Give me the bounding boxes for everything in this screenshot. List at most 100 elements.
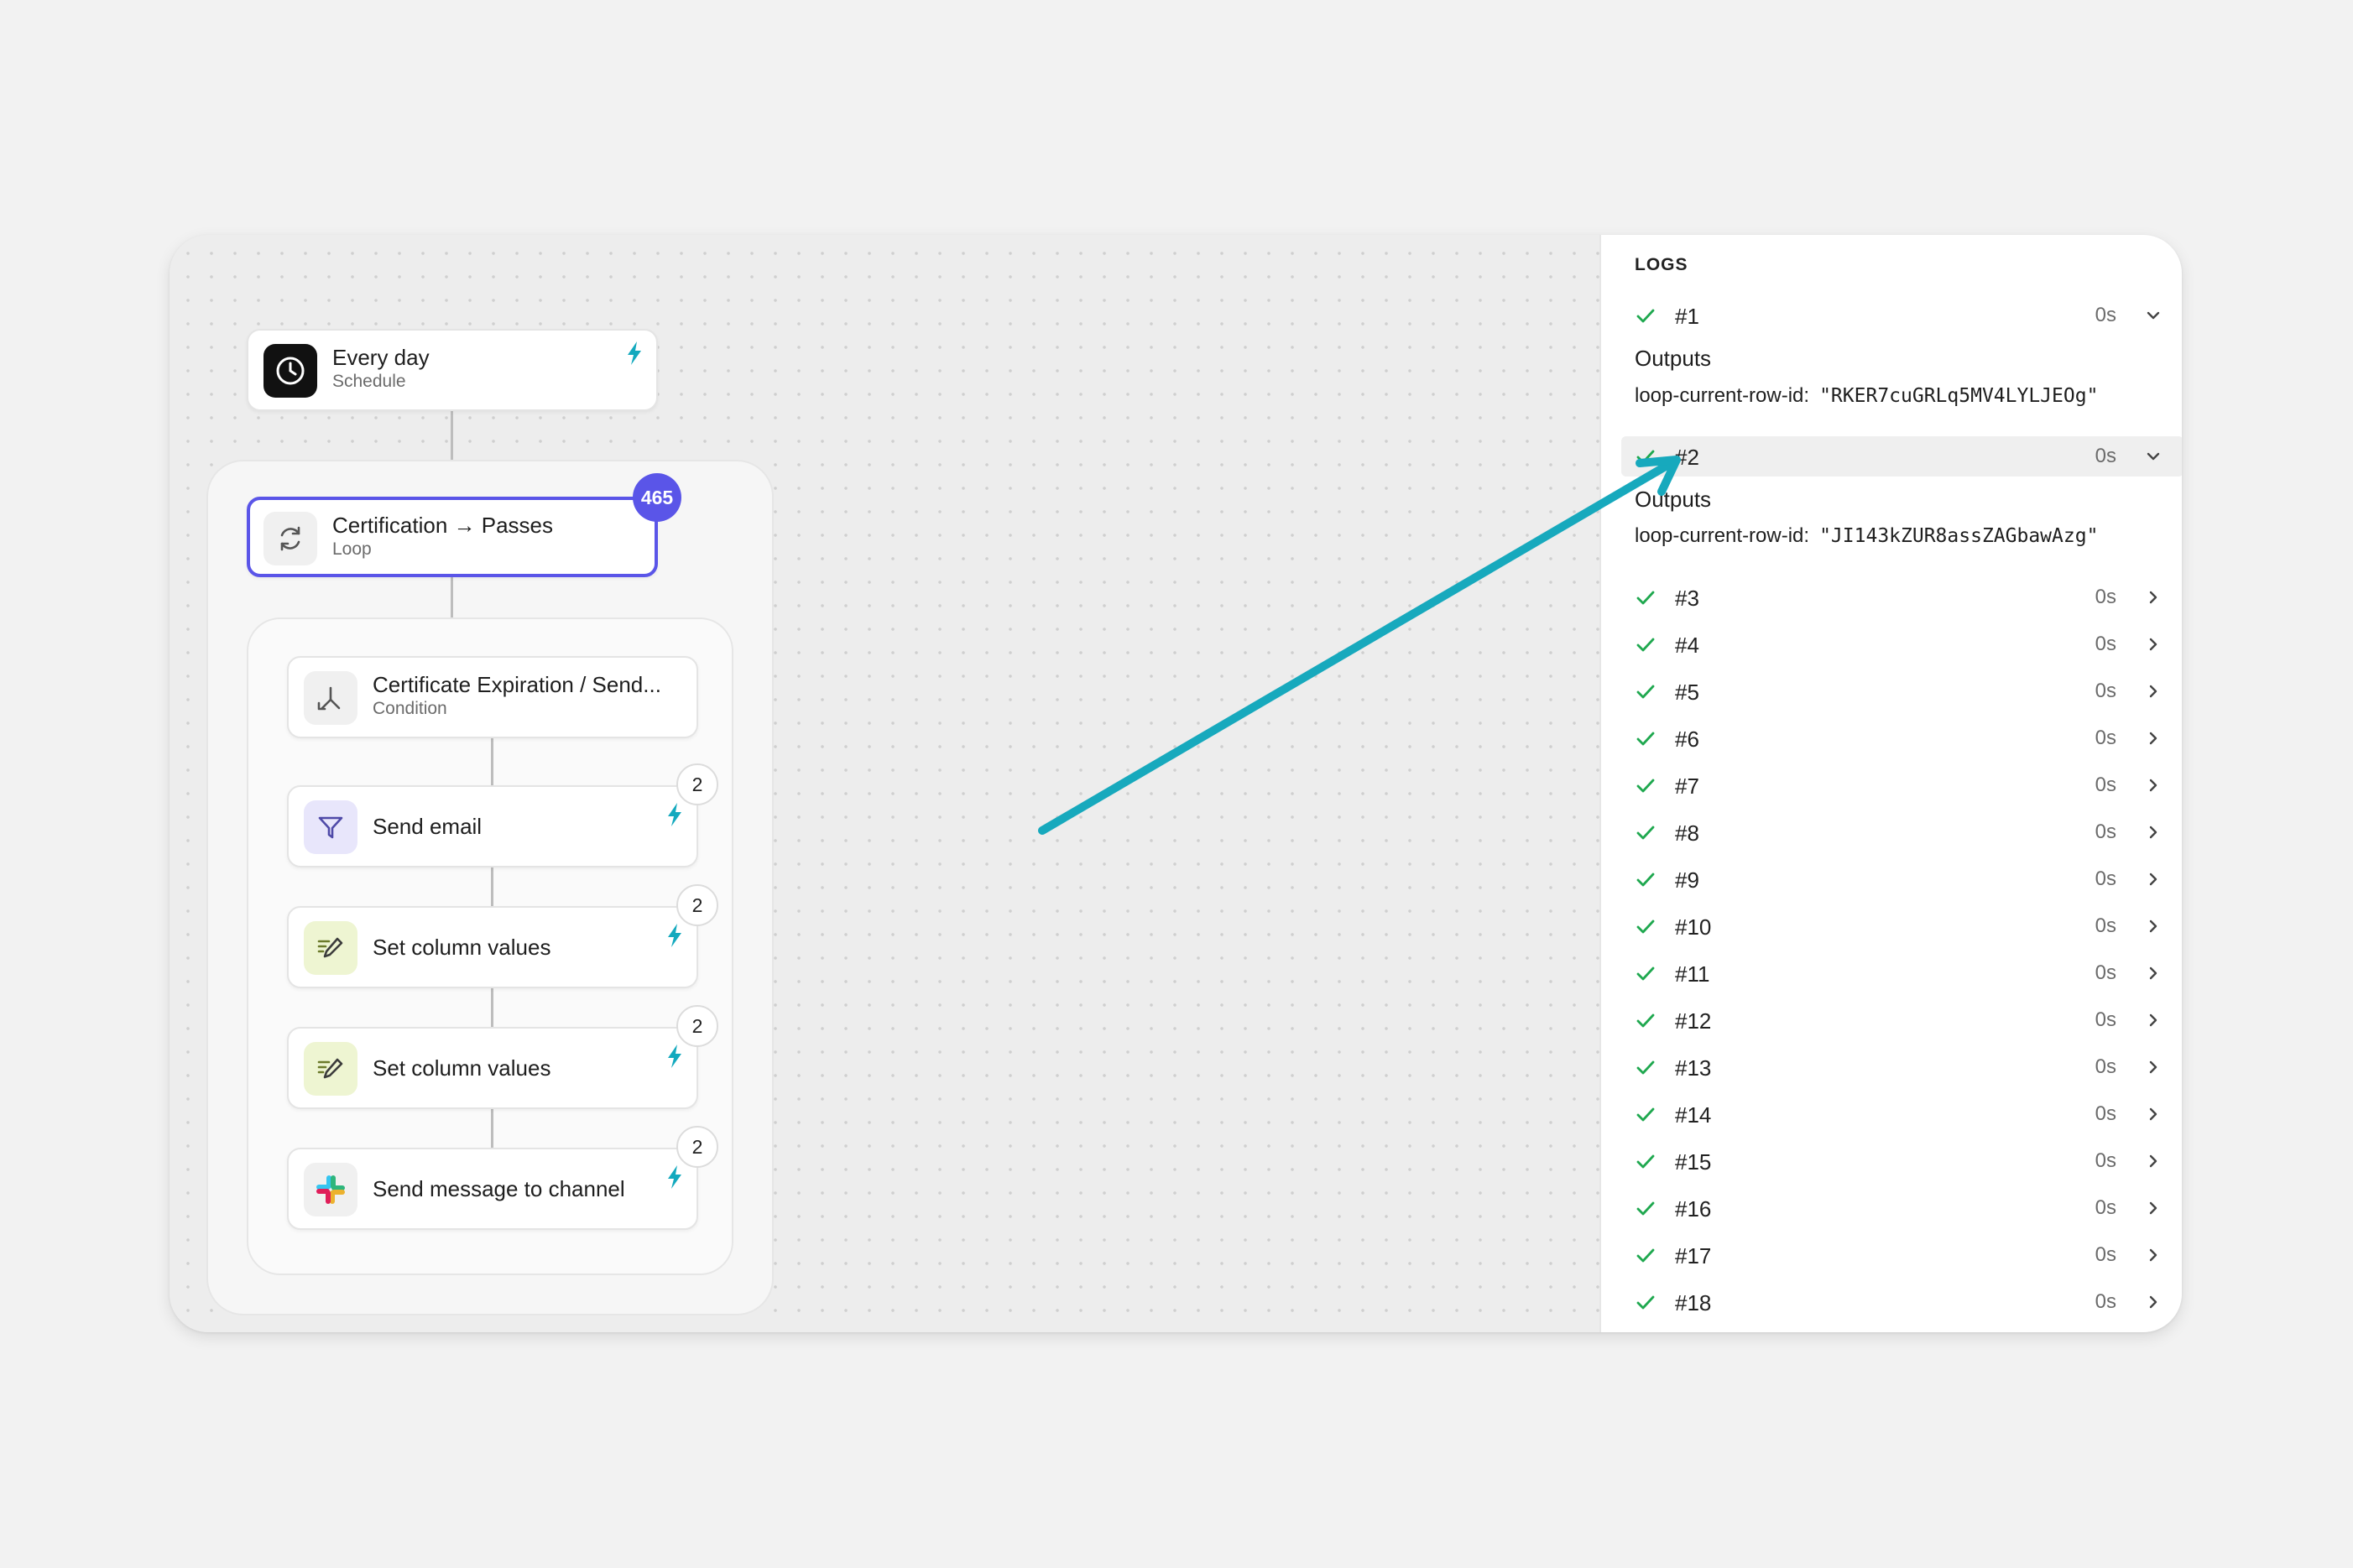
- log-entry-id: #4: [1675, 633, 1699, 658]
- connector: [491, 987, 493, 1027]
- log-entry[interactable]: #14 0s: [1601, 1094, 2182, 1134]
- chevron-right-icon[interactable]: [2145, 1106, 2162, 1123]
- log-entry[interactable]: #15 0s: [1601, 1141, 2182, 1181]
- send-message-node[interactable]: Send message to channel: [287, 1148, 698, 1230]
- edit-columns-icon: [304, 1042, 357, 1096]
- check-icon: [1636, 638, 1655, 652]
- log-entry-id: #7: [1675, 774, 1699, 799]
- chevron-right-icon[interactable]: [2145, 730, 2162, 747]
- output-key: loop-current-row-id:: [1635, 524, 1810, 547]
- chevron-right-icon[interactable]: [2145, 1247, 2162, 1263]
- log-entry-selected[interactable]: #2 0s: [1621, 436, 2182, 477]
- chevron-right-icon[interactable]: [2145, 1200, 2162, 1216]
- chevron-right-icon[interactable]: [2145, 1153, 2162, 1169]
- log-entry[interactable]: #7 0s: [1601, 765, 2182, 805]
- check-icon: [1636, 1201, 1655, 1216]
- log-entry[interactable]: #1 0s: [1601, 295, 2182, 336]
- set-column-values-node[interactable]: Set column values: [287, 906, 698, 988]
- log-entry[interactable]: #18 0s: [1601, 1282, 2182, 1322]
- chevron-right-icon[interactable]: [2145, 965, 2162, 982]
- bolt-icon: [668, 1165, 681, 1189]
- log-entry-id: #10: [1675, 914, 1712, 940]
- check-icon: [1636, 1060, 1655, 1075]
- loop-title: Certification → Passes: [332, 513, 553, 538]
- log-entry-id: #3: [1675, 586, 1699, 611]
- connector: [491, 866, 493, 906]
- run-count-badge: 2: [676, 763, 718, 805]
- log-entry-duration: 0s: [2095, 1149, 2116, 1172]
- chevron-right-icon[interactable]: [2145, 777, 2162, 794]
- log-entry[interactable]: #6 0s: [1601, 718, 2182, 758]
- check-icon: [1636, 779, 1655, 793]
- log-entry-id: #17: [1675, 1243, 1712, 1268]
- log-entry[interactable]: #5 0s: [1601, 671, 2182, 711]
- log-entry-id: #18: [1675, 1290, 1712, 1315]
- chevron-right-icon[interactable]: [2145, 1059, 2162, 1076]
- chevron-right-icon[interactable]: [2145, 918, 2162, 935]
- log-entry[interactable]: #13 0s: [1601, 1047, 2182, 1087]
- bolt-icon: [628, 341, 641, 365]
- workflow-canvas[interactable]: Every day Schedule Certification → Passe…: [170, 235, 1599, 1332]
- log-entry[interactable]: #16 0s: [1601, 1188, 2182, 1228]
- bolt-icon: [668, 1044, 681, 1068]
- log-entry[interactable]: #8 0s: [1601, 812, 2182, 852]
- log-entry-id: #11: [1675, 961, 1710, 987]
- log-entry[interactable]: #9 0s: [1601, 859, 2182, 899]
- chevron-right-icon[interactable]: [2145, 1012, 2162, 1029]
- log-entry[interactable]: #12 0s: [1601, 1000, 2182, 1040]
- outputs-heading: Outputs: [1635, 346, 1712, 371]
- chevron-right-icon[interactable]: [2145, 871, 2162, 888]
- loop-node[interactable]: Certification → Passes Loop: [247, 497, 658, 577]
- condition-subtitle: Condition: [373, 699, 447, 718]
- check-icon: [1636, 919, 1655, 934]
- log-entry-id: #13: [1675, 1055, 1712, 1081]
- chevron-down-icon[interactable]: [2145, 448, 2162, 465]
- log-entry-duration: 0s: [2095, 445, 2116, 467]
- loop-subtitle: Loop: [332, 539, 372, 559]
- log-entry[interactable]: #10 0s: [1601, 906, 2182, 946]
- log-entry-duration: 0s: [2095, 914, 2116, 937]
- send-icon: [304, 800, 357, 854]
- check-icon: [1636, 1013, 1655, 1028]
- log-entry-duration: 0s: [2095, 1196, 2116, 1219]
- log-entry[interactable]: #4 0s: [1601, 624, 2182, 664]
- trigger-node[interactable]: Every day Schedule: [247, 329, 658, 411]
- log-entry-duration: 0s: [2095, 633, 2116, 655]
- chevron-right-icon[interactable]: [2145, 1294, 2162, 1310]
- chevron-right-icon[interactable]: [2145, 683, 2162, 700]
- loop-icon: [263, 512, 317, 565]
- log-entry-duration: 0s: [2095, 1290, 2116, 1313]
- check-icon: [1636, 1295, 1655, 1310]
- log-entry-id: #8: [1675, 820, 1699, 846]
- run-count-badge: 2: [676, 884, 718, 926]
- log-entry-duration: 0s: [2095, 774, 2116, 796]
- check-icon: [1636, 966, 1655, 981]
- chevron-right-icon[interactable]: [2145, 589, 2162, 606]
- log-entry-duration: 0s: [2095, 680, 2116, 702]
- log-entry-duration: 0s: [2095, 1102, 2116, 1125]
- send-email-node[interactable]: Send email: [287, 785, 698, 867]
- logs-panel[interactable]: LOGS #1 0s Outputs loop-current-row-id: "…: [1599, 235, 2182, 1332]
- run-count-badge: 2: [676, 1005, 718, 1047]
- check-icon: [1636, 591, 1655, 605]
- check-icon: [1636, 873, 1655, 887]
- check-icon: [1636, 685, 1655, 699]
- connector: [451, 411, 453, 461]
- log-entry-id: #6: [1675, 727, 1699, 752]
- condition-node[interactable]: Certificate Expiration / Send... Conditi…: [287, 656, 698, 738]
- log-entry-duration: 0s: [2095, 867, 2116, 890]
- log-entry-id: #14: [1675, 1102, 1712, 1128]
- check-icon: [1636, 826, 1655, 840]
- send-message-title: Send message to channel: [373, 1176, 625, 1201]
- set-column-values-node[interactable]: Set column values: [287, 1027, 698, 1109]
- log-entry[interactable]: #17 0s: [1601, 1235, 2182, 1275]
- run-count-badge: 2: [676, 1126, 718, 1168]
- chevron-right-icon[interactable]: [2145, 824, 2162, 841]
- set-column-values-title: Set column values: [373, 1055, 551, 1081]
- workflow-window: Every day Schedule Certification → Passe…: [170, 235, 2182, 1332]
- chevron-down-icon[interactable]: [2145, 307, 2162, 324]
- log-entry[interactable]: #11 0s: [1601, 953, 2182, 993]
- trigger-title: Every day: [332, 345, 430, 370]
- chevron-right-icon[interactable]: [2145, 636, 2162, 653]
- log-entry[interactable]: #3 0s: [1601, 577, 2182, 617]
